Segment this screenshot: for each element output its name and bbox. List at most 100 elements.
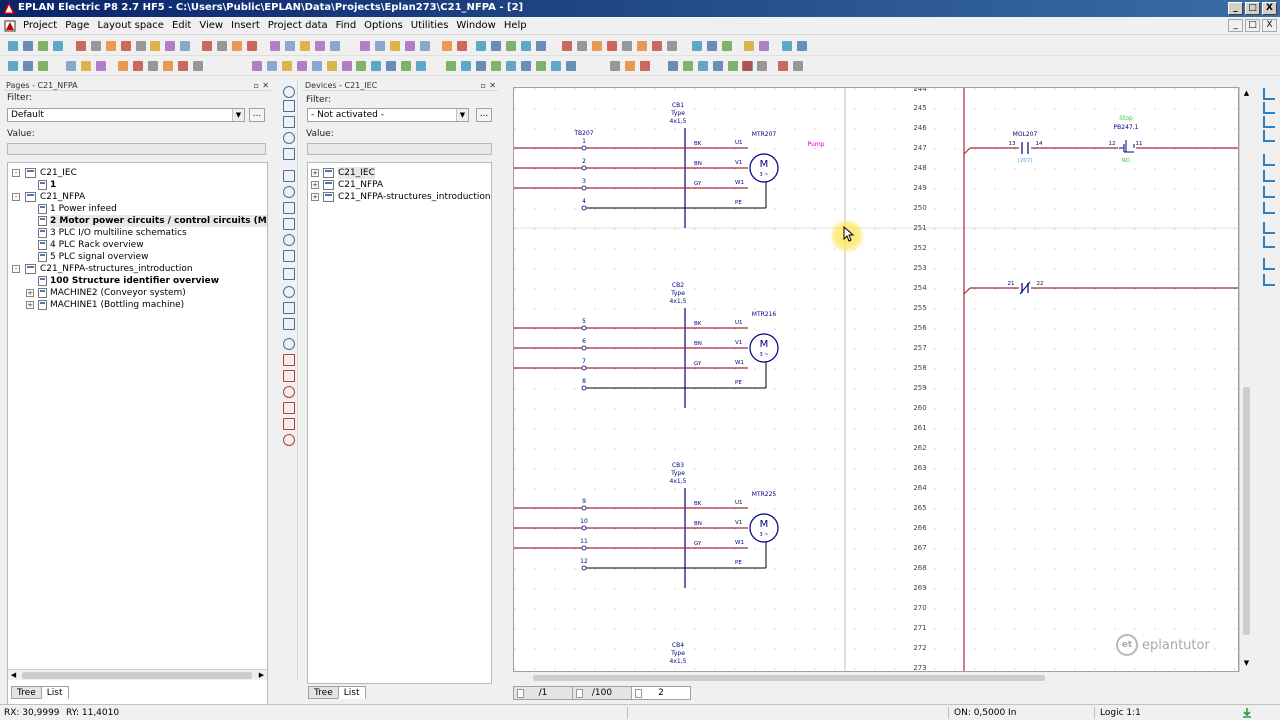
- toolbar-button[interactable]: [474, 59, 488, 73]
- scroll-thumb[interactable]: [1243, 387, 1250, 635]
- minimize-button[interactable]: _: [1228, 2, 1243, 15]
- toolbar-button[interactable]: [690, 39, 704, 53]
- toolbar-button[interactable]: [666, 59, 680, 73]
- drawing-tool-button[interactable]: [283, 202, 295, 214]
- drawing-tool-button[interactable]: [283, 286, 295, 298]
- toolbar-button[interactable]: [388, 39, 402, 53]
- toolbar-button[interactable]: [6, 39, 20, 53]
- toolbar-button[interactable]: [230, 39, 244, 53]
- toolbar-button[interactable]: [200, 39, 214, 53]
- drawing-tool-button[interactable]: [283, 370, 295, 382]
- maximize-button[interactable]: □: [1245, 2, 1260, 15]
- toolbar-button[interactable]: [705, 39, 719, 53]
- toolbar-button[interactable]: [440, 39, 454, 53]
- close-icon[interactable]: ✕: [262, 80, 269, 91]
- drawing-tool-button[interactable]: [283, 186, 295, 198]
- close-button[interactable]: X: [1262, 2, 1277, 15]
- toolbar-button[interactable]: [650, 39, 664, 53]
- connection-symbol-button[interactable]: [1263, 186, 1275, 198]
- tab-tree[interactable]: Tree: [11, 686, 42, 699]
- toolbar-button[interactable]: [459, 59, 473, 73]
- toolbar-button[interactable]: [696, 59, 710, 73]
- menu-edit[interactable]: Edit: [168, 20, 195, 32]
- connection-symbol-button[interactable]: [1263, 258, 1275, 270]
- toolbar-button[interactable]: [369, 59, 383, 73]
- toolbar-button[interactable]: [176, 59, 190, 73]
- page-tab-1[interactable]: /1: [513, 686, 573, 700]
- scroll-up-icon[interactable]: ▲: [1241, 89, 1252, 100]
- close-icon[interactable]: ✕: [489, 80, 496, 91]
- toolbar-button[interactable]: [620, 39, 634, 53]
- doc-restore-button[interactable]: □: [1245, 19, 1260, 32]
- toolbar-button[interactable]: [711, 59, 725, 73]
- connection-symbol-button[interactable]: [1263, 102, 1275, 114]
- toolbar-button[interactable]: [638, 59, 652, 73]
- chevron-down-icon[interactable]: ▼: [232, 109, 244, 121]
- toolbar-button[interactable]: [605, 39, 619, 53]
- pages-filter-select[interactable]: Default ▼: [7, 108, 245, 122]
- menu-layout-space[interactable]: Layout space: [93, 20, 168, 32]
- toolbar-button[interactable]: [131, 59, 145, 73]
- menu-insert[interactable]: Insert: [227, 20, 264, 32]
- toolbar-button[interactable]: [21, 59, 35, 73]
- devices-filter-options-button[interactable]: ...: [476, 108, 492, 122]
- toolbar-button[interactable]: [549, 59, 563, 73]
- drawing-tool-button[interactable]: [283, 386, 295, 398]
- expand-icon[interactable]: +: [26, 289, 34, 297]
- menu-help[interactable]: Help: [500, 20, 531, 32]
- doc-close-button[interactable]: X: [1262, 19, 1277, 32]
- drawing-tool-button[interactable]: [283, 148, 295, 160]
- toolbar-button[interactable]: [755, 59, 769, 73]
- tab-list[interactable]: List: [40, 686, 69, 699]
- toolbar-button[interactable]: [418, 39, 432, 53]
- toolbar-button[interactable]: [74, 39, 88, 53]
- toolbar-button[interactable]: [635, 39, 649, 53]
- toolbar-button[interactable]: [399, 59, 413, 73]
- toolbar-button[interactable]: [504, 59, 518, 73]
- collapse-icon[interactable]: -: [12, 265, 20, 273]
- toolbar-button[interactable]: [283, 39, 297, 53]
- drawing-tool-button[interactable]: [283, 100, 295, 112]
- drawing-tool-button[interactable]: [283, 418, 295, 430]
- toolbar-button[interactable]: [795, 39, 809, 53]
- toolbar-button[interactable]: [36, 39, 50, 53]
- expand-icon[interactable]: +: [311, 169, 319, 177]
- pin-icon[interactable]: ▫: [481, 80, 486, 91]
- pages-tree-scrollbar[interactable]: ◀ ▶: [8, 669, 267, 680]
- toolbar-button[interactable]: [489, 59, 503, 73]
- toolbar-button[interactable]: [444, 59, 458, 73]
- toolbar-button[interactable]: [163, 39, 177, 53]
- drawing-tool-button[interactable]: [283, 116, 295, 128]
- page-tab-2[interactable]: 2: [631, 686, 691, 700]
- connection-symbol-button[interactable]: [1263, 222, 1275, 234]
- toolbar-button[interactable]: [776, 59, 790, 73]
- drawing-tool-button[interactable]: [283, 318, 295, 330]
- toolbar-button[interactable]: [780, 39, 794, 53]
- document-icon[interactable]: [4, 20, 16, 32]
- toolbar-button[interactable]: [720, 39, 734, 53]
- expand-icon[interactable]: +: [26, 301, 34, 309]
- menu-view[interactable]: View: [195, 20, 227, 32]
- menu-window[interactable]: Window: [452, 20, 499, 32]
- toolbar-button[interactable]: [325, 59, 339, 73]
- drawing-tool-button[interactable]: [283, 354, 295, 366]
- toolbar-button[interactable]: [178, 39, 192, 53]
- toolbar-button[interactable]: [89, 39, 103, 53]
- scroll-thumb[interactable]: [22, 672, 252, 679]
- pages-filter-options-button[interactable]: ...: [249, 108, 265, 122]
- toolbar-button[interactable]: [474, 39, 488, 53]
- toolbar-button[interactable]: [191, 59, 205, 73]
- collapse-icon[interactable]: -: [12, 169, 20, 177]
- scroll-thumb[interactable]: [533, 675, 1045, 681]
- drawing-tool-button[interactable]: [283, 338, 295, 350]
- toolbar-button[interactable]: [455, 39, 469, 53]
- connection-symbol-button[interactable]: [1263, 130, 1275, 142]
- toolbar-button[interactable]: [116, 59, 130, 73]
- tab-tree[interactable]: Tree: [308, 686, 339, 699]
- drawing-tool-button[interactable]: [283, 402, 295, 414]
- connection-symbol-button[interactable]: [1263, 170, 1275, 182]
- menu-page[interactable]: Page: [61, 20, 93, 32]
- toolbar-button[interactable]: [64, 59, 78, 73]
- menu-find[interactable]: Find: [332, 20, 361, 32]
- toolbar-button[interactable]: [681, 59, 695, 73]
